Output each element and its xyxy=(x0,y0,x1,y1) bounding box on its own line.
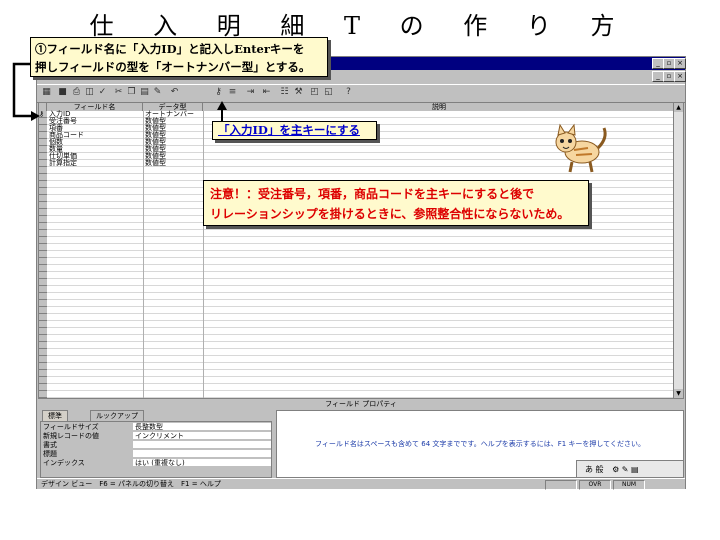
callout-step1: ①フィールド名に「入力ID」と記入しEnterキーを 押しフィールドの型を「オー… xyxy=(30,37,328,77)
callout-warning-line2: リレーションシップを掛けるときに、参照整合性にならないため。 xyxy=(210,207,570,221)
field-properties-header: フィールド プロパティ xyxy=(38,400,684,409)
format-painter-icon[interactable]: ✎ xyxy=(152,87,163,98)
table-row[interactable]: ⚷ 入力ID オートナンバー xyxy=(39,111,675,118)
status-slot xyxy=(545,480,577,490)
new-object-icon[interactable]: ◱ xyxy=(323,87,334,98)
primary-key-marker-icon: ⚷ xyxy=(39,110,45,118)
ime-tools-icon[interactable]: ⚙ ✎ ▤ xyxy=(612,465,639,474)
tab-lookup[interactable]: ルックアップ xyxy=(90,410,144,421)
property-row[interactable]: インデックス はい (重複なし) xyxy=(41,459,271,467)
spell-icon[interactable]: ✓ xyxy=(97,87,108,98)
grid-header: フィールド名 データ型 説明 xyxy=(39,103,675,111)
database-window-icon[interactable]: ◰ xyxy=(309,87,320,98)
copy-icon[interactable]: ❐ xyxy=(126,87,137,98)
print-icon[interactable]: ⎙ xyxy=(71,87,82,98)
slide-title: 仕 入 明 細 T の 作 り 方 xyxy=(89,12,631,40)
help-icon[interactable]: ? xyxy=(343,87,354,98)
property-row[interactable]: フィールドサイズ 長整数型 xyxy=(41,423,271,431)
properties-icon[interactable]: ☷ xyxy=(279,87,290,98)
ime-toolbar[interactable]: あ 般 ⚙ ✎ ▤ xyxy=(576,460,684,478)
description-header: 説明 xyxy=(432,103,446,111)
property-row[interactable]: 標題 xyxy=(41,450,271,458)
ime-mode[interactable]: あ 般 xyxy=(585,465,604,474)
cat-illustration-icon xyxy=(555,123,607,173)
property-label: フィールドサイズ xyxy=(43,423,99,431)
callout-primary-key: 「入力ID」を主キーにする xyxy=(212,121,377,140)
property-value[interactable]: はい (重複なし) xyxy=(133,459,271,467)
field-name-cell[interactable]: 計算指定 xyxy=(49,160,77,167)
properties-table: フィールドサイズ 長整数型新規レコードの値 インクリメント書式 標題 インデックス はい … xyxy=(40,421,272,478)
property-label: 書式 xyxy=(43,441,57,449)
status-text: デザイン ビュー F6 = パネルの切り替え F1 = ヘルプ xyxy=(41,480,221,488)
property-value[interactable] xyxy=(133,450,271,458)
num-indicator: NUM xyxy=(613,480,645,490)
property-row[interactable]: 新規レコードの値 インクリメント xyxy=(41,432,271,440)
property-row[interactable]: 書式 xyxy=(41,441,271,449)
property-value[interactable] xyxy=(133,441,271,449)
vertical-scrollbar[interactable]: ▲ ▼ xyxy=(673,103,683,398)
tab-general[interactable]: 標準 xyxy=(42,410,68,421)
indexes-icon[interactable]: ≡ xyxy=(227,87,238,98)
callout-step1-line1: ①フィールド名に「入力ID」と記入しEnterキーを xyxy=(35,42,305,56)
scroll-up-arrow[interactable]: ▲ xyxy=(674,103,683,112)
callout-warning: 注意！：受注番号，項番，商品コードを主キーにすると後で リレーションシップを掛け… xyxy=(203,180,589,226)
property-value[interactable]: 長整数型 xyxy=(133,423,271,431)
undo-icon[interactable]: ↶ xyxy=(169,87,180,98)
toolbar: ▦ ■ ⎙ ◫ ✓ ✂ ❐ ▤ ✎ ↶ ⚷ ≡ ⇥ ⇤ ☷ ⚒ ◰ ◱ ? xyxy=(37,84,685,103)
preview-icon[interactable]: ◫ xyxy=(84,87,95,98)
property-label: 標題 xyxy=(43,450,57,458)
row-selector-column[interactable] xyxy=(39,111,47,398)
cut-icon[interactable]: ✂ xyxy=(113,87,124,98)
view-icon[interactable]: ▦ xyxy=(41,87,52,98)
paste-icon[interactable]: ▤ xyxy=(139,87,150,98)
property-label: 新規レコードの値 xyxy=(43,432,99,440)
data-type-cell[interactable]: 数値型 xyxy=(145,160,166,167)
save-icon[interactable]: ■ xyxy=(57,87,68,98)
close-button[interactable]: × xyxy=(674,58,686,69)
callout-primary-key-text: 「入力ID」を主キーにする xyxy=(218,123,360,137)
status-bar: デザイン ビュー F6 = パネルの切り替え F1 = ヘルプ OVR NUM xyxy=(37,478,685,490)
doc-close-button[interactable]: × xyxy=(674,71,686,82)
properties-panel: 標準 ルックアップ フィールドサイズ 長整数型新規レコードの値 インクリメント書式標… xyxy=(38,410,274,478)
callout-warning-line1: 注意！：受注番号，項番，商品コードを主キーにすると後で xyxy=(210,187,535,201)
ovr-indicator: OVR xyxy=(579,480,611,490)
property-label: インデックス xyxy=(43,459,85,467)
callout-step1-line2: 押しフィールドの型を「オートナンバー型」とする。 xyxy=(35,60,311,74)
primary-key-icon[interactable]: ⚷ xyxy=(213,87,224,98)
build-icon[interactable]: ⚒ xyxy=(293,87,304,98)
delete-row-icon[interactable]: ⇤ xyxy=(261,87,272,98)
scroll-down-arrow[interactable]: ▼ xyxy=(674,389,683,398)
property-value[interactable]: インクリメント xyxy=(133,432,271,440)
insert-row-icon[interactable]: ⇥ xyxy=(245,87,256,98)
